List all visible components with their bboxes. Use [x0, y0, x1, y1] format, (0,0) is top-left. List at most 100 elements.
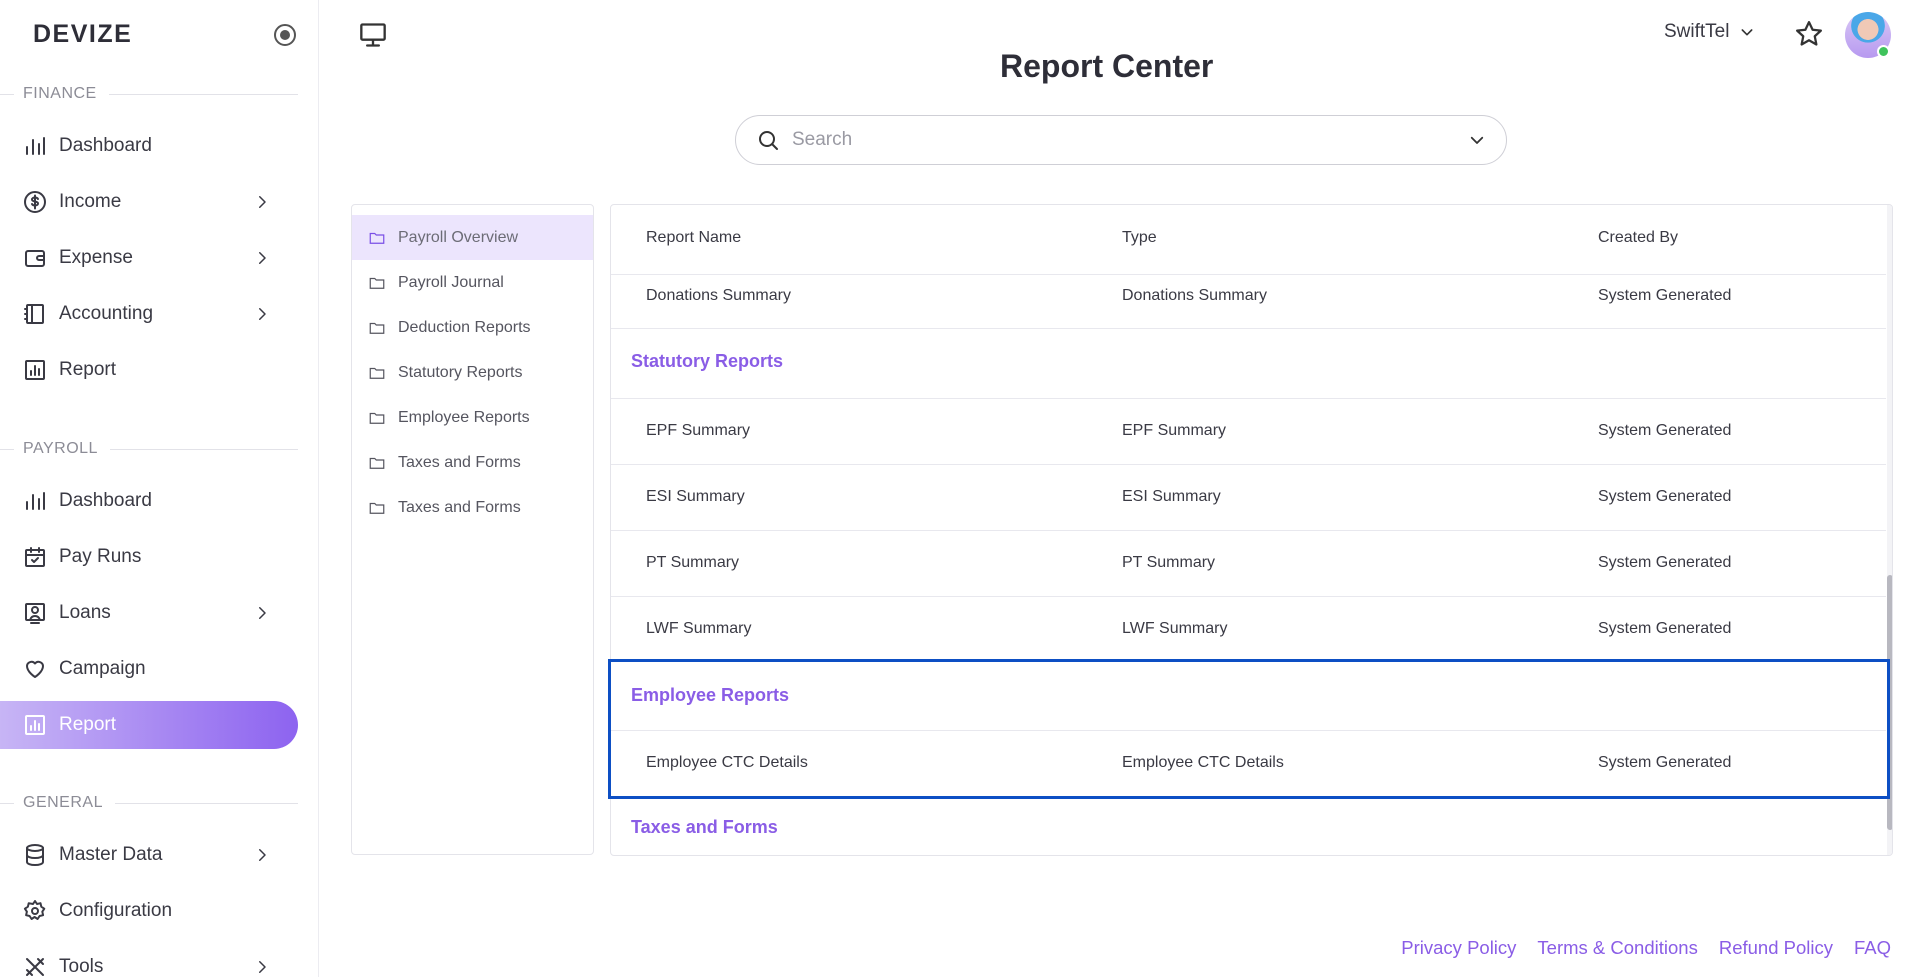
online-status-badge [1877, 45, 1890, 58]
report-icon [23, 358, 47, 382]
report-name-cell[interactable]: EPF Summary [646, 422, 750, 440]
scrollbar-thumb[interactable] [1887, 575, 1892, 830]
sidebar-item-label: Pay Runs [59, 546, 142, 567]
report-type-cell: PT Summary [1122, 554, 1216, 571]
chevron-right-icon [251, 191, 273, 213]
sidebar-item-configuration[interactable]: Configuration [0, 887, 298, 935]
sidebar-item-master-data[interactable]: Master Data [0, 831, 298, 879]
sidebar-item-pay-runs[interactable]: Pay Runs [0, 533, 298, 581]
terms-conditions-link[interactable]: Terms & Conditions [1537, 937, 1697, 959]
sidebar-item-payroll-report[interactable]: Report [0, 701, 298, 749]
report-type-cell: Donations Summary [1122, 287, 1267, 304]
org-selector[interactable]: SwiftTel [1664, 21, 1755, 43]
folder-item-payroll-overview[interactable]: Payroll Overview [352, 215, 593, 260]
sidebar-item-finance-report[interactable]: Report [0, 346, 298, 394]
database-icon [23, 843, 47, 867]
chevron-right-icon [251, 303, 273, 325]
dollar-circle-icon [23, 190, 47, 214]
table-row[interactable]: ESI Summary ESI Summary System Generated [611, 465, 1886, 531]
sidebar-item-label: Accounting [59, 303, 154, 324]
report-name-cell[interactable]: Donations Summary [646, 287, 791, 305]
sidebar-item-expense[interactable]: Expense [0, 234, 298, 282]
folder-label: Payroll Journal [398, 273, 504, 291]
chevron-right-icon [251, 956, 273, 977]
bar-chart-icon [23, 134, 47, 158]
sidebar-item-label: Expense [59, 247, 133, 268]
folder-item-statutory-reports[interactable]: Statutory Reports [352, 350, 593, 395]
favorite-star-icon[interactable] [1794, 19, 1824, 49]
report-created-by-cell: System Generated [1598, 488, 1732, 505]
privacy-policy-link[interactable]: Privacy Policy [1401, 937, 1516, 959]
sidebar-item-loans[interactable]: Loans [0, 589, 298, 637]
loan-icon [23, 601, 47, 625]
report-type-cell: LWF Summary [1122, 620, 1228, 637]
wallet-icon [23, 246, 47, 270]
report-name-cell[interactable]: ESI Summary [646, 488, 745, 506]
sidebar-toggle-icon[interactable] [274, 24, 296, 46]
group-title-taxes-and-forms: Taxes and Forms [631, 817, 778, 837]
column-header-created-by[interactable]: Created By [1598, 229, 1678, 247]
folder-item-taxes-and-forms-2[interactable]: Taxes and Forms [352, 485, 593, 530]
folder-item-employee-reports[interactable]: Employee Reports [352, 395, 593, 440]
table-header: Report Name Type Created By [611, 205, 1886, 275]
chevron-right-icon [251, 247, 273, 269]
column-header-type[interactable]: Type [1122, 229, 1157, 247]
sidebar-item-income[interactable]: Income [0, 178, 298, 226]
folder-icon [369, 232, 385, 244]
sidebar-item-accounting[interactable]: Accounting [0, 290, 298, 338]
monitor-icon[interactable] [359, 21, 387, 49]
folder-label: Taxes and Forms [398, 498, 521, 516]
folder-label: Taxes and Forms [398, 453, 521, 471]
group-header-row: Statutory Reports [611, 329, 1886, 399]
sidebar-item-label: Master Data [59, 844, 163, 865]
reports-table: Report Name Type Created By Donations Su… [610, 204, 1893, 856]
folder-item-taxes-and-forms[interactable]: Taxes and Forms [352, 440, 593, 485]
chevron-right-icon [251, 602, 273, 624]
faq-link[interactable]: FAQ [1854, 937, 1891, 959]
report-name-cell[interactable]: PT Summary [646, 554, 739, 572]
folder-item-deduction-reports[interactable]: Deduction Reports [352, 305, 593, 350]
table-row[interactable]: LWF Summary LWF Summary System Generated [611, 597, 1886, 661]
search-icon [759, 131, 778, 150]
chevron-down-icon [1742, 29, 1753, 36]
report-created-by-cell: System Generated [1598, 554, 1732, 571]
sidebar-item-tools[interactable]: Tools [0, 943, 298, 977]
table-scrollbar[interactable] [1887, 205, 1892, 855]
sidebar-item-label: Campaign [59, 658, 146, 679]
report-icon [23, 713, 47, 737]
table-row[interactable]: EPF Summary EPF Summary System Generated [611, 399, 1886, 465]
report-created-by-cell: System Generated [1598, 422, 1732, 439]
sidebar-item-finance-dashboard[interactable]: Dashboard [0, 122, 298, 170]
report-name-cell[interactable]: Employee CTC Details [646, 754, 808, 772]
report-created-by-cell: System Generated [1598, 754, 1732, 771]
sidebar-item-label: Dashboard [59, 135, 152, 156]
chevron-right-icon [251, 844, 273, 866]
refund-policy-link[interactable]: Refund Policy [1719, 937, 1833, 959]
folder-label: Employee Reports [398, 408, 530, 426]
table-row[interactable]: Employee CTC Details Employee CTC Detail… [611, 731, 1886, 795]
folder-label: Payroll Overview [398, 228, 519, 246]
sidebar-item-label: Income [59, 191, 122, 212]
sidebar-item-payroll-dashboard[interactable]: Dashboard [0, 477, 298, 525]
brand-logo: DEVIZE [33, 20, 133, 48]
table-row[interactable]: PT Summary PT Summary System Generated [611, 531, 1886, 597]
sidebar-item-label: Tools [59, 956, 104, 977]
sidebar-item-label: Report [59, 359, 117, 380]
search-input[interactable] [792, 129, 1468, 151]
section-label-general: GENERAL [0, 794, 298, 812]
folder-icon [369, 457, 385, 469]
sidebar-item-campaign[interactable]: Campaign [0, 645, 298, 693]
chevron-down-icon[interactable] [1468, 131, 1486, 149]
table-row[interactable]: Donations Summary Donations Summary Syst… [611, 275, 1886, 329]
group-header-row: Employee Reports [611, 661, 1886, 731]
report-created-by-cell: System Generated [1598, 287, 1732, 304]
folder-icon [369, 502, 385, 514]
column-header-report-name[interactable]: Report Name [646, 229, 741, 247]
report-folder-list: Payroll Overview Payroll Journal Deducti… [351, 204, 594, 855]
folder-item-payroll-journal[interactable]: Payroll Journal [352, 260, 593, 305]
report-type-cell: Employee CTC Details [1122, 754, 1284, 771]
folder-icon [369, 277, 385, 289]
report-name-cell[interactable]: LWF Summary [646, 620, 751, 638]
group-title-statutory-reports: Statutory Reports [631, 351, 784, 371]
ledger-icon [23, 302, 47, 326]
